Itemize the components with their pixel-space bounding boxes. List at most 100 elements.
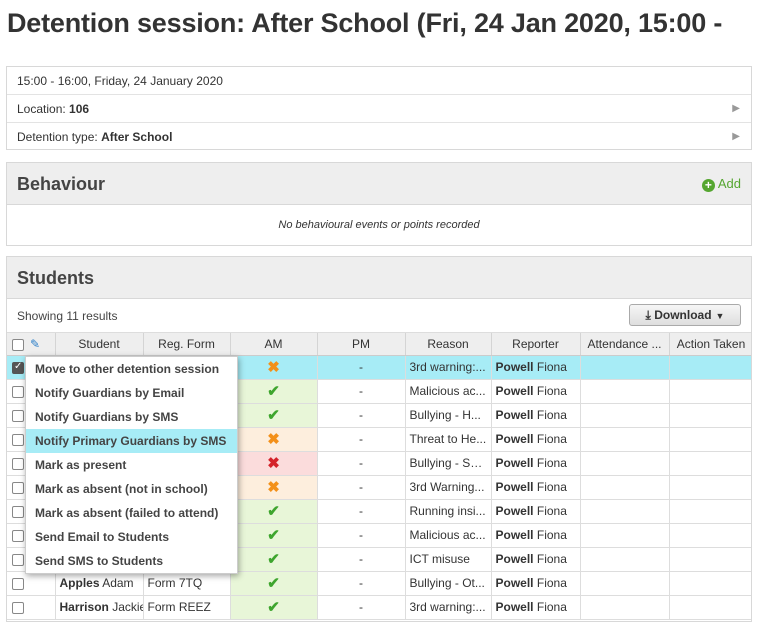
menu-item[interactable]: Mark as present bbox=[26, 453, 237, 477]
am-cell[interactable]: ✔ bbox=[230, 403, 318, 428]
row-checkbox[interactable] bbox=[12, 577, 24, 590]
student-cell[interactable]: Harrison Jackie bbox=[55, 595, 144, 620]
action-taken-cell bbox=[669, 427, 751, 452]
am-cell[interactable]: ✔ bbox=[230, 379, 318, 404]
checkmark-icon: ✔ bbox=[267, 527, 280, 544]
menu-item[interactable]: Notify Primary Guardians by SMS bbox=[26, 429, 237, 453]
menu-item[interactable]: Send SMS to Students bbox=[26, 549, 237, 573]
menu-item[interactable]: Notify Guardians by Email bbox=[26, 381, 237, 405]
row-checkbox[interactable] bbox=[12, 433, 24, 446]
row-checkbox[interactable] bbox=[12, 601, 24, 614]
reporter-cell: Powell Fiona bbox=[491, 451, 581, 476]
header-select-cell: ✎ bbox=[7, 333, 56, 356]
am-cell[interactable]: ✔ bbox=[230, 547, 318, 572]
row-checkbox[interactable] bbox=[12, 361, 24, 374]
pm-cell[interactable]: - bbox=[317, 451, 406, 476]
pm-cell[interactable]: - bbox=[317, 475, 406, 500]
attendance-cell bbox=[580, 427, 670, 452]
reporter-cell: Powell Fiona bbox=[491, 523, 581, 548]
col-pm[interactable]: PM bbox=[317, 333, 406, 356]
pm-cell[interactable]: - bbox=[317, 355, 406, 380]
menu-item[interactable]: Notify Guardians by SMS bbox=[26, 405, 237, 429]
students-header: Students bbox=[7, 257, 751, 299]
action-taken-cell bbox=[669, 499, 751, 524]
reporter-forename: Fiona bbox=[536, 456, 567, 470]
col-reg-form[interactable]: Reg. Form bbox=[143, 333, 231, 356]
cross-icon: ✖ bbox=[267, 431, 280, 448]
reporter-surname: Powell bbox=[495, 552, 534, 566]
col-attendance[interactable]: Attendance ... bbox=[580, 333, 670, 356]
reporter-cell: Powell Fiona bbox=[491, 355, 581, 380]
am-cell[interactable]: ✖ bbox=[230, 427, 318, 452]
menu-item[interactable]: Mark as absent (failed to attend) bbox=[26, 501, 237, 525]
table-row[interactable]: Apples Adam Form 7TQ ✔ - Bullying - Ot... Pow… bbox=[7, 571, 751, 596]
col-reporter[interactable]: Reporter bbox=[491, 333, 581, 356]
cross-icon: ✖ bbox=[267, 479, 280, 496]
action-taken-cell bbox=[669, 595, 751, 620]
row-checkbox[interactable] bbox=[12, 481, 24, 494]
row-checkbox[interactable] bbox=[12, 553, 24, 566]
table-row[interactable]: Harrison Jackie Form REEZ ✔ -3rd warning:..… bbox=[7, 595, 751, 620]
am-cell[interactable]: ✔ bbox=[230, 499, 318, 524]
download-button[interactable]: ⤓ Download ▼ bbox=[629, 304, 741, 326]
reporter-cell: Powell Fiona bbox=[491, 595, 581, 620]
detention-type-value: After School bbox=[101, 130, 173, 144]
reporter-cell: Powell Fiona bbox=[491, 547, 581, 572]
menu-item[interactable]: Move to other detention session bbox=[26, 357, 237, 381]
chevron-right-icon[interactable]: ▶ bbox=[732, 123, 740, 151]
am-cell[interactable]: ✖ bbox=[230, 475, 318, 500]
reporter-forename: Fiona bbox=[536, 384, 567, 398]
pm-cell[interactable]: - bbox=[317, 523, 406, 548]
pencil-icon[interactable]: ✎ bbox=[30, 337, 40, 351]
page-title-prefix: Detention session: bbox=[7, 8, 252, 38]
am-cell[interactable]: ✔ bbox=[230, 523, 318, 548]
reporter-forename: Fiona bbox=[536, 360, 567, 374]
menu-item[interactable]: Send Email to Students bbox=[26, 525, 237, 549]
reason-cell: Running insi... bbox=[405, 499, 492, 524]
col-am[interactable]: AM bbox=[230, 333, 318, 356]
reason-cell: Bullying - Se... bbox=[405, 451, 492, 476]
row-checkbox[interactable] bbox=[12, 529, 24, 542]
add-label: Add bbox=[717, 176, 741, 191]
action-taken-cell bbox=[669, 355, 751, 380]
col-student[interactable]: Student bbox=[55, 333, 144, 356]
location-row[interactable]: Location: 106 ▶ bbox=[7, 95, 751, 123]
select-all-checkbox[interactable] bbox=[12, 338, 24, 351]
behaviour-empty-message: No behavioural events or points recorded bbox=[278, 219, 480, 231]
reporter-forename: Fiona bbox=[536, 552, 567, 566]
behaviour-heading: Behaviour bbox=[17, 174, 106, 194]
pm-cell[interactable]: - bbox=[317, 403, 406, 428]
col-action-taken[interactable]: Action Taken bbox=[669, 333, 751, 356]
chevron-right-icon[interactable]: ▶ bbox=[732, 95, 740, 123]
action-taken-cell bbox=[669, 451, 751, 476]
add-behaviour-button[interactable]: + Add bbox=[701, 163, 741, 205]
pm-cell[interactable]: - bbox=[317, 595, 406, 620]
action-taken-cell bbox=[669, 571, 751, 596]
pm-cell[interactable]: - bbox=[317, 427, 406, 452]
am-cell[interactable]: ✔ bbox=[230, 571, 318, 596]
reporter-forename: Fiona bbox=[536, 480, 567, 494]
pm-cell[interactable]: - bbox=[317, 379, 406, 404]
menu-item[interactable]: Mark as absent (not in school) bbox=[26, 477, 237, 501]
am-cell[interactable]: ✖ bbox=[230, 451, 318, 476]
reason-cell: ICT misuse bbox=[405, 547, 492, 572]
row-checkbox[interactable] bbox=[12, 385, 24, 398]
reporter-surname: Powell bbox=[495, 600, 534, 614]
row-checkbox[interactable] bbox=[12, 409, 24, 422]
reporter-forename: Fiona bbox=[536, 600, 567, 614]
row-checkbox[interactable] bbox=[12, 505, 24, 518]
student-cell[interactable]: Apples Adam bbox=[55, 571, 144, 596]
am-cell[interactable]: ✖ bbox=[230, 355, 318, 380]
col-reason[interactable]: Reason bbox=[405, 333, 492, 356]
action-taken-cell bbox=[669, 475, 751, 500]
pm-cell[interactable]: - bbox=[317, 547, 406, 572]
pm-cell[interactable]: - bbox=[317, 571, 406, 596]
row-checkbox[interactable] bbox=[12, 457, 24, 470]
results-count: Showing 11 results bbox=[17, 309, 118, 323]
cross-icon: ✖ bbox=[267, 455, 280, 472]
detention-type-row[interactable]: Detention type: After School ▶ bbox=[7, 123, 751, 151]
attendance-cell bbox=[580, 571, 670, 596]
pm-cell[interactable]: - bbox=[317, 499, 406, 524]
am-cell[interactable]: ✔ bbox=[230, 595, 318, 620]
student-surname: Harrison bbox=[59, 600, 109, 614]
